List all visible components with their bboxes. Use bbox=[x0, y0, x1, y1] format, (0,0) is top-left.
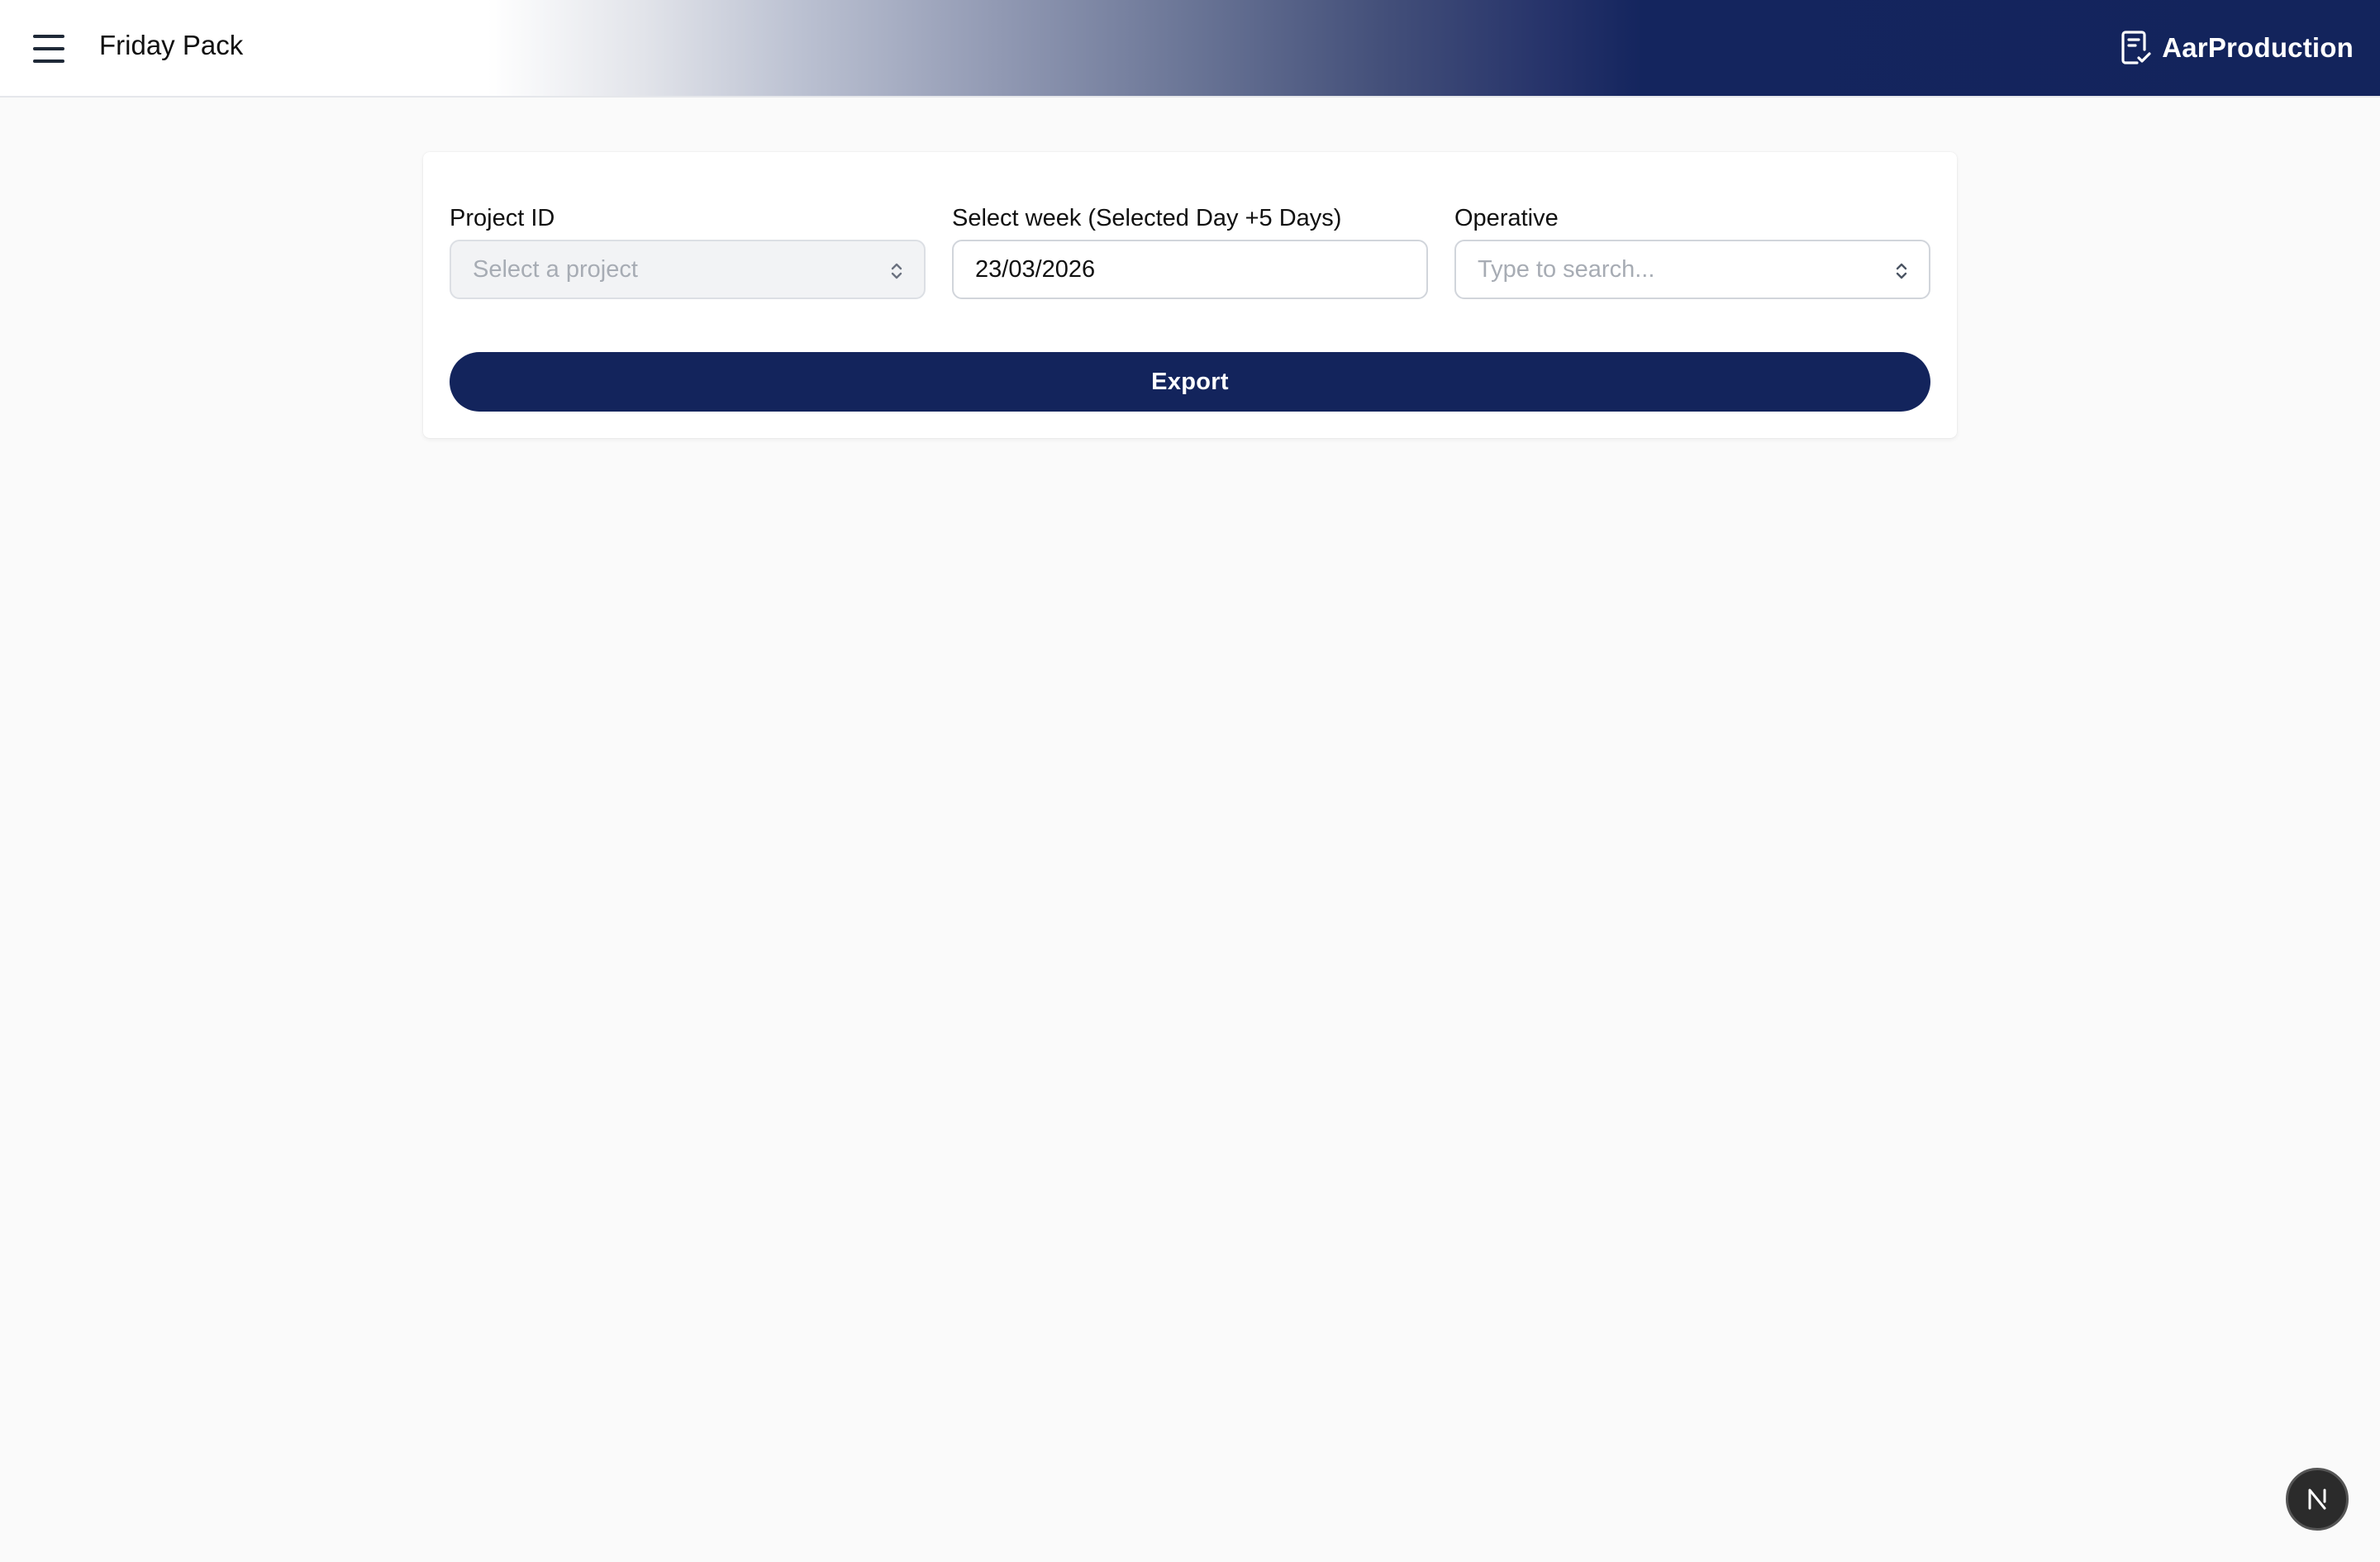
week-label: Select week (Selected Day +5 Days) bbox=[952, 205, 1342, 231]
project-id-label: Project ID bbox=[450, 205, 555, 231]
export-form-card: Project ID Select a project Select week … bbox=[423, 152, 1957, 438]
operative-search-placeholder: Type to search... bbox=[1478, 255, 1655, 283]
project-select-placeholder: Select a project bbox=[473, 255, 638, 283]
brand[interactable]: AarProduction bbox=[2119, 30, 2354, 66]
page-title: Friday Pack bbox=[99, 30, 244, 60]
operative-combobox[interactable]: Type to search... bbox=[1454, 240, 1930, 299]
hamburger-menu-icon[interactable] bbox=[33, 35, 66, 63]
project-select[interactable]: Select a project bbox=[450, 240, 926, 299]
n-logo-icon[interactable] bbox=[2286, 1468, 2349, 1531]
chevron-up-down-icon bbox=[1896, 263, 1907, 279]
top-bar: Friday Pack AarProduction bbox=[0, 0, 2380, 98]
brand-name: AarProduction bbox=[2162, 32, 2354, 63]
export-button[interactable]: Export bbox=[450, 352, 1930, 412]
week-date-value: 23/03/2026 bbox=[975, 255, 1096, 283]
operative-label: Operative bbox=[1454, 205, 1559, 231]
week-date-input[interactable]: 23/03/2026 bbox=[952, 240, 1428, 299]
clipboard-check-icon bbox=[2121, 31, 2151, 64]
chevron-up-down-icon bbox=[891, 263, 902, 279]
